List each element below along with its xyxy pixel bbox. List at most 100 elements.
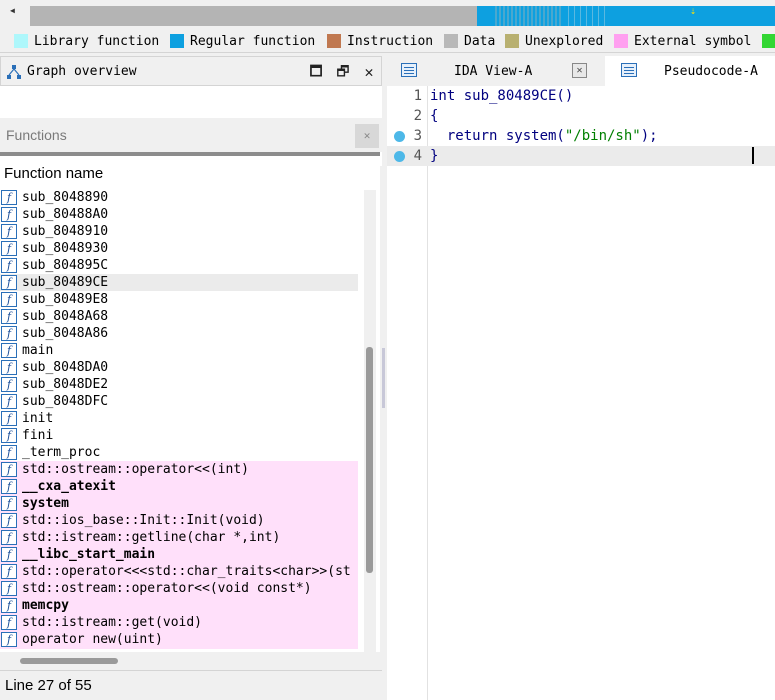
function-icon: f (1, 411, 17, 426)
function-icon: f (1, 564, 17, 579)
function-row[interactable]: f std::ostream::operator<<(int) (0, 461, 358, 478)
function-icon: f (1, 615, 17, 630)
function-name: sub_80488A0 (22, 207, 109, 222)
function-row[interactable]: f init (0, 410, 358, 427)
pseudocode-icon (621, 63, 637, 77)
code-line-current[interactable]: 4 } (387, 146, 775, 166)
function-name: __libc_start_main (22, 547, 156, 562)
legend-swatch (444, 34, 458, 48)
function-name-column-header[interactable]: Function name (0, 156, 362, 186)
navigation-bar[interactable]: ⇣ (30, 6, 775, 26)
legend-library-function: Library function (14, 32, 159, 50)
function-name: fini (22, 428, 54, 443)
functions-vertical-scrollbar[interactable] (364, 190, 376, 652)
legend-regular-function: Regular function (170, 32, 315, 50)
function-row[interactable]: f sub_8048A68 (0, 308, 358, 325)
scroll-left-icon[interactable]: ◀ (10, 6, 24, 15)
function-row[interactable]: f sub_8048DE2 (0, 376, 358, 393)
function-row[interactable]: f std::operator<<<std::char_traits<char>>… (0, 563, 358, 580)
function-name: std::ostream::operator<<(int) (22, 462, 249, 477)
legend-swatch (170, 34, 184, 48)
tab-pseudocode-a[interactable]: Pseudocode-A (605, 56, 775, 86)
function-name: system (22, 496, 69, 511)
function-icon: f (1, 207, 17, 222)
function-row[interactable]: f main (0, 342, 358, 359)
legend-swatch (14, 34, 28, 48)
legend-swatch (762, 34, 775, 48)
function-icon: f (1, 445, 17, 460)
function-icon: f (1, 258, 17, 273)
function-row[interactable]: f sub_8048930 (0, 240, 358, 257)
function-icon: f (1, 224, 17, 239)
function-row[interactable]: f operator new(uint) (0, 631, 358, 648)
graph-overview-header: Graph overview 🗖 🗗 ✕ (0, 56, 382, 86)
function-row[interactable]: f __libc_start_main (0, 546, 358, 563)
function-row[interactable]: f _term_proc (0, 444, 358, 461)
function-row[interactable]: f sub_80489E8 (0, 291, 358, 308)
function-row[interactable]: f std::ios_base::Init::Init(void) (0, 512, 358, 529)
tab-ida-view-a[interactable]: IDA View-A ✕ (387, 56, 605, 86)
close-icon[interactable]: ✕ (359, 62, 379, 82)
function-icon: f (1, 598, 17, 613)
function-name: sub_8048DFC (22, 394, 109, 409)
functions-horizontal-scrollbar[interactable] (0, 654, 380, 668)
function-icon: f (1, 394, 17, 409)
function-icon: f (1, 343, 17, 358)
scrollbar-thumb[interactable] (366, 347, 373, 573)
tab-close-icon[interactable]: ✕ (572, 63, 587, 78)
function-icon: f (1, 632, 17, 647)
legend-unexplored: Unexplored (505, 32, 603, 50)
function-row[interactable]: f std::istream::getline(char *,int) (0, 529, 358, 546)
line-count-status: Line 27 of 55 (5, 677, 92, 694)
function-icon: f (1, 190, 17, 205)
code-line[interactable]: 1 int sub_80489CE() (387, 86, 775, 106)
function-row[interactable]: f sub_80489CE (0, 274, 358, 291)
line-number-gutter (387, 86, 428, 700)
nav-position-arrow-icon: ⇣ (690, 6, 697, 17)
function-icon: f (1, 309, 17, 324)
function-name: std::operator<<<std::char_traits<char>>(… (22, 564, 351, 579)
function-icon: f (1, 360, 17, 375)
code-line[interactable]: 2 { (387, 106, 775, 126)
function-row[interactable]: f sub_8048DA0 (0, 359, 358, 376)
function-row[interactable]: f sub_8048DFC (0, 393, 358, 410)
function-row[interactable]: f sub_8048910 (0, 223, 358, 240)
function-row[interactable]: f sub_8048A86 (0, 325, 358, 342)
function-rows[interactable]: f sub_8048890 f sub_80488A0 f sub_8048910 f sub… (0, 189, 362, 649)
function-name: sub_80489E8 (22, 292, 109, 307)
navigation-band[interactable]: ◀ ⇣ (0, 0, 775, 30)
function-row[interactable]: f memcpy (0, 597, 358, 614)
function-row[interactable]: f sub_8048890 (0, 189, 358, 206)
maximize-icon[interactable]: 🗖 (306, 62, 326, 82)
line-marker-dot-icon (394, 131, 405, 142)
function-name: sub_8048930 (22, 241, 109, 256)
function-name: std::ostream::operator<<(void const*) (22, 581, 312, 596)
scrollbar-thumb[interactable] (20, 658, 118, 664)
function-name: std::istream::get(void) (22, 615, 203, 630)
line-marker-dot-icon (394, 151, 405, 162)
nav-scroll-arrows[interactable]: ◀ (10, 6, 24, 26)
function-row[interactable]: f std::istream::get(void) (0, 614, 358, 631)
function-row[interactable]: f sub_804895C (0, 257, 358, 274)
status-bar: Line 27 of 55 (0, 670, 382, 700)
function-row[interactable]: f std::ostream::operator<<(void const*) (0, 580, 358, 597)
function-row[interactable]: fstd::basic_ios<char>::fail (0, 648, 358, 649)
legend-swatch (327, 34, 341, 48)
function-name: main (22, 343, 54, 358)
function-name: sub_8048A68 (22, 309, 109, 324)
function-row[interactable]: f sub_80488A0 (0, 206, 358, 223)
function-name: std::istream::getline(char *,int) (22, 530, 281, 545)
restore-icon[interactable]: 🗗 (333, 62, 353, 82)
function-row[interactable]: f fini (0, 427, 358, 444)
splitter-grip[interactable] (382, 348, 385, 408)
function-name: memcpy (22, 598, 69, 613)
functions-list[interactable]: Function name f sub_8048890 f sub_80488A0 f s… (0, 152, 380, 652)
code-line[interactable]: 3 return system("/bin/sh"); (387, 126, 775, 146)
function-icon: f (1, 462, 17, 477)
function-row[interactable]: f __cxa_atexit (0, 478, 358, 495)
function-icon: f (1, 581, 17, 596)
function-row[interactable]: f system (0, 495, 358, 512)
functions-close-icon[interactable]: ✕ (355, 124, 379, 148)
pseudocode-editor[interactable]: 1 int sub_80489CE() 2 { 3 return system(… (387, 86, 775, 700)
legend-external-symbol: External symbol (614, 32, 751, 50)
